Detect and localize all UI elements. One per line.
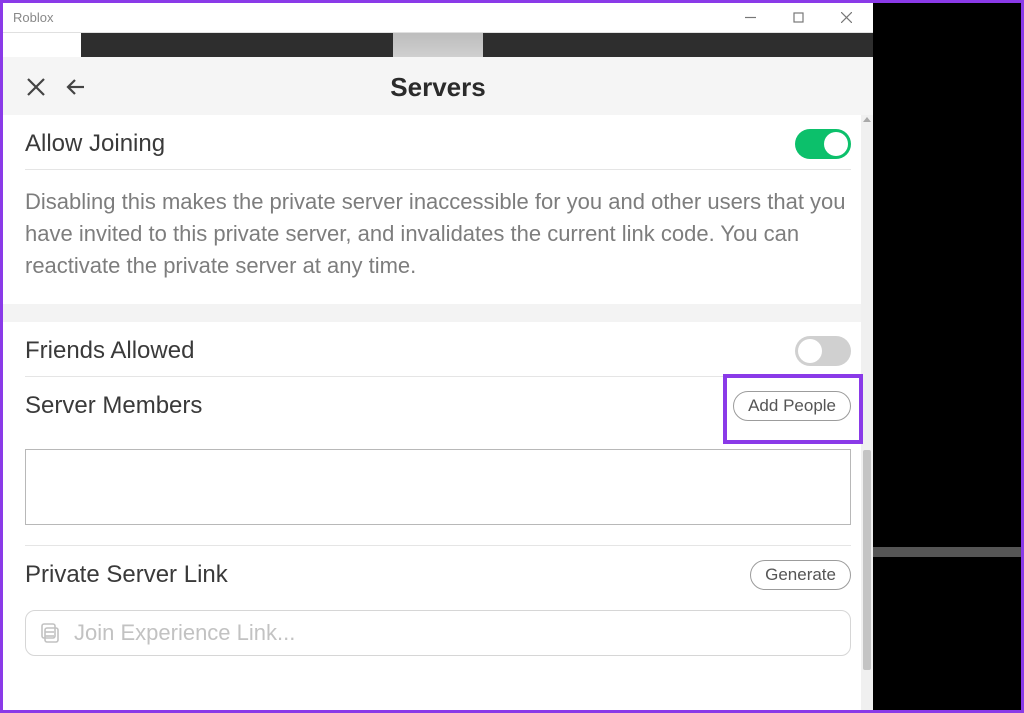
back-icon[interactable] [65, 76, 87, 98]
friends-allowed-label: Friends Allowed [25, 337, 194, 365]
window-controls [727, 4, 869, 32]
allow-joining-section: Allow Joining Disabling this makes the p… [3, 115, 873, 304]
server-members-label: Server Members [25, 392, 202, 420]
allow-joining-toggle[interactable] [795, 129, 851, 159]
allow-joining-label: Allow Joining [25, 130, 165, 158]
add-people-button[interactable]: Add People [733, 391, 851, 421]
server-members-list[interactable] [25, 449, 851, 525]
content-scroll[interactable]: Allow Joining Disabling this makes the p… [3, 115, 873, 710]
page-header: Servers [3, 57, 873, 115]
scrollbar-thumb[interactable] [863, 450, 871, 670]
minimize-button[interactable] [727, 4, 773, 32]
game-banner-strip [3, 33, 873, 57]
scrollbar-up-icon [863, 117, 871, 122]
close-icon[interactable] [25, 76, 47, 98]
titlebar: Roblox [3, 3, 873, 33]
section-gap [3, 304, 873, 322]
content-scrollbar[interactable] [861, 115, 873, 710]
page-title: Servers [3, 72, 873, 103]
join-link-field[interactable]: Join Experience Link... [25, 610, 851, 656]
friends-section: Friends Allowed Server Members Add Peopl… [3, 322, 873, 431]
friends-allowed-toggle[interactable] [795, 336, 851, 366]
maximize-button[interactable] [775, 4, 821, 32]
app-window: Roblox Servers [3, 3, 873, 710]
generate-button[interactable]: Generate [750, 560, 851, 590]
join-link-placeholder: Join Experience Link... [74, 620, 295, 646]
private-server-link-label: Private Server Link [25, 561, 228, 589]
banner-redacted-patch [393, 33, 483, 57]
allow-joining-description: Disabling this makes the private server … [25, 170, 851, 304]
copy-icon [38, 621, 62, 645]
private-link-section: Private Server Link Generate [3, 546, 873, 600]
window-title: Roblox [13, 10, 53, 25]
background-dark-panel [866, 3, 1021, 710]
close-window-button[interactable] [823, 4, 869, 32]
